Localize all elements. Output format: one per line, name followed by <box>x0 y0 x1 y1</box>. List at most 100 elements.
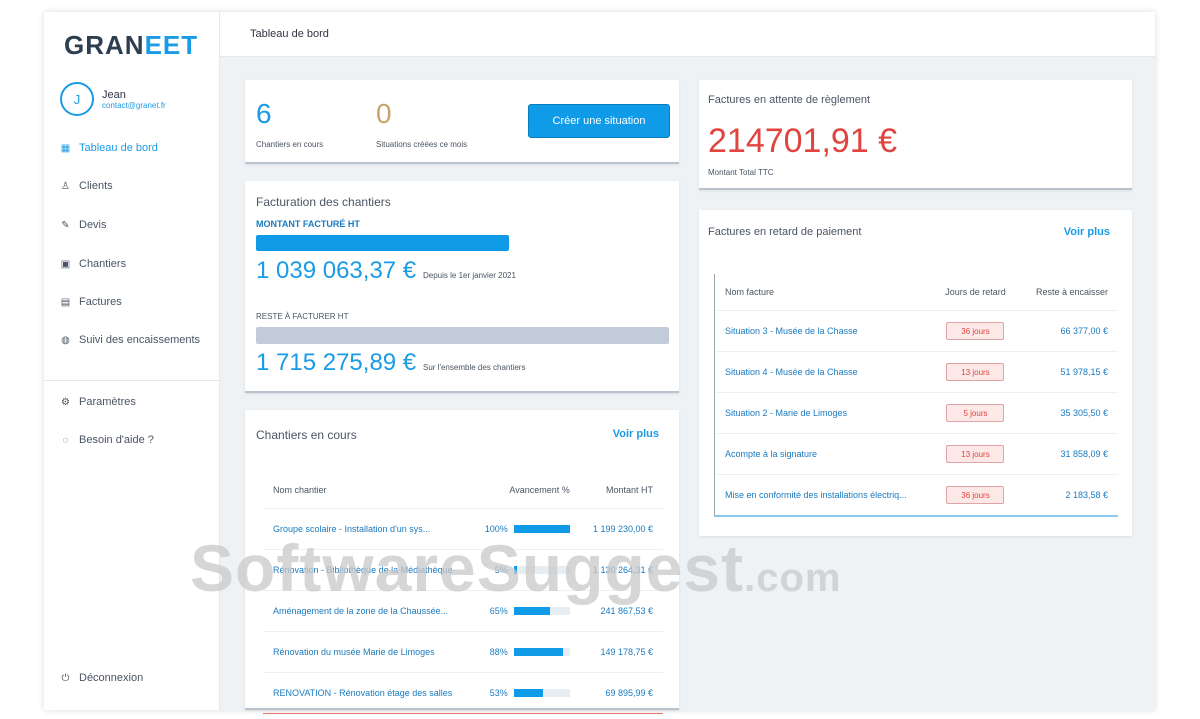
invoice-name: Situation 2 - Marie de Limoges <box>715 391 933 433</box>
project-progress-bar <box>513 648 570 657</box>
project-progress-bar <box>513 525 570 534</box>
project-progress-pct: 5% <box>494 564 508 575</box>
table-row[interactable]: Situation 2 - Marie de Limoges 5 jours 35 … <box>715 391 1118 433</box>
invoice-amount: 51 978,15 € <box>1018 350 1118 392</box>
project-progress-pct: 100% <box>484 523 508 534</box>
users-icon: ♙ <box>61 180 70 192</box>
stats-card: 6 Chantiers en cours 0 Situations créées… <box>245 80 679 164</box>
sidebar-item-clients[interactable]: ♙ Clients <box>60 180 113 192</box>
table-row[interactable]: Groupe scolaire - Installation d'un sys.… <box>263 507 663 549</box>
table-row[interactable]: Rénovation du musée Marie de Limoges 88% 1… <box>263 630 663 672</box>
late-invoices-card: Factures en retard de paiement Voir plus… <box>699 210 1132 536</box>
project-progress-pct: 65% <box>489 605 508 616</box>
user-email: contact@granet.fr <box>102 100 166 110</box>
project-icon: ▣ <box>60 258 71 270</box>
sidebar-item-encaissements[interactable]: ◍ Suivi des encaissements <box>60 334 200 346</box>
invoice-name: Situation 3 - Musée de la Chasse <box>715 309 933 351</box>
col-header: Nom chantier <box>273 484 327 495</box>
dashboard-icon: ▦ <box>60 142 71 154</box>
payments-icon: ◍ <box>61 334 70 346</box>
invoice-icon: ▤ <box>60 296 71 308</box>
project-progress-fill <box>513 525 570 534</box>
sidebar: GRANEET J Jean contact@granet.fr ▦ Tableau… <box>44 12 220 710</box>
invoice-name: Mise en conformité des installations éle… <box>715 473 933 515</box>
projects-table-wrap: Nom chantier Avancement % Montant HT Group… <box>263 472 663 714</box>
project-amount: 149 178,75 € <box>579 630 663 672</box>
col-header: Jours de retard <box>945 286 1006 297</box>
help-icon: ◌ <box>62 434 69 446</box>
sidebar-item-parametres[interactable]: ⚙ Paramètres <box>60 396 136 408</box>
days-late-badge: 13 jours <box>946 444 1005 463</box>
project-progress-fill <box>513 566 517 575</box>
gear-icon: ⚙ <box>61 396 70 408</box>
col-header: Avancement % <box>509 484 570 495</box>
days-late-badge: 36 jours <box>946 485 1005 504</box>
situations-label: Situations créées ce mois <box>376 140 468 149</box>
col-header: Reste à encaisser <box>1035 286 1108 297</box>
table-row[interactable]: Rénovation - Bibliothèque de la Médiathè… <box>263 548 663 590</box>
billing-title: Facturation des chantiers <box>256 195 391 209</box>
project-name: Rénovation du musée Marie de Limoges <box>263 630 471 672</box>
billed-note: Depuis le 1er janvier 2021 <box>423 271 516 280</box>
project-progress-bar <box>513 566 570 575</box>
projects-title: Chantiers en cours <box>256 428 357 442</box>
project-progress-bar <box>513 689 570 698</box>
quote-icon: ✎ <box>61 219 70 231</box>
table-row[interactable]: Acompte à la signature 13 jours 31 858,09 … <box>715 432 1118 474</box>
table-row[interactable]: Mise en conformité des installations éle… <box>715 473 1118 515</box>
invoice-name: Situation 4 - Musée de la Chasse <box>715 350 933 392</box>
col-header: Montant HT <box>605 484 653 495</box>
user-name: Jean <box>102 88 126 101</box>
billing-card: Facturation des chantiers MONTANT FACTUR… <box>245 181 679 393</box>
logo[interactable]: GRANEET <box>64 30 198 61</box>
sidebar-item-help[interactable]: ◌ Besoin d'aide ? <box>60 434 154 446</box>
invoice-amount: 2 183,58 € <box>1018 473 1118 515</box>
create-situation-button[interactable]: Créer une situation <box>528 104 670 138</box>
table-row[interactable]: Aménagement de la zone de la Chaussée...… <box>263 589 663 631</box>
project-progress-pct: 88% <box>489 646 508 657</box>
col-header: Nom facture <box>725 286 775 297</box>
projects-label: Chantiers en cours <box>256 140 324 149</box>
days-late-badge: 5 jours <box>946 403 1005 422</box>
days-late-badge: 13 jours <box>946 362 1005 381</box>
sidebar-item-chantiers[interactable]: ▣ Chantiers <box>60 258 126 270</box>
billed-label: MONTANT FACTURÉ HT <box>256 219 360 229</box>
project-progress-fill <box>513 689 544 698</box>
sidebar-divider <box>44 380 220 381</box>
days-late-badge: 36 jours <box>946 321 1005 340</box>
project-name: Groupe scolaire - Installation d'un sys.… <box>263 507 471 549</box>
pending-value: 214701,91 € <box>708 122 898 160</box>
pending-label: Montant Total TTC <box>708 168 774 177</box>
logout-button[interactable]: ⏻ Déconnexion <box>60 672 144 684</box>
project-progress-fill <box>513 607 551 616</box>
remaining-label: RESTE À FACTURER HT <box>256 312 349 321</box>
table-row[interactable]: Situation 4 - Musée de la Chasse 13 jours… <box>715 350 1118 392</box>
projects-see-more-link[interactable]: Voir plus <box>613 428 659 440</box>
project-amount: 1 130 264,31 € <box>579 548 663 590</box>
late-table-wrap: Nom facture Jours de retard Reste à encais… <box>714 274 1118 517</box>
user-profile[interactable]: J Jean contact@granet.fr <box>60 82 166 116</box>
table-row[interactable]: Situation 3 - Musée de la Chasse 36 jours… <box>715 309 1118 351</box>
sidebar-item-dashboard[interactable]: ▦ Tableau de bord <box>60 142 158 154</box>
sidebar-item-devis[interactable]: ✎ Devis <box>60 219 106 231</box>
project-progress-bar <box>513 607 570 616</box>
pending-title: Factures en attente de règlement <box>708 94 871 106</box>
late-see-more-link[interactable]: Voir plus <box>1064 226 1110 238</box>
situations-count: 0 <box>376 98 392 129</box>
table-row[interactable]: RENOVATION - Rénovation étage des salles… <box>263 671 663 713</box>
project-amount: 241 867,53 € <box>579 589 663 631</box>
remaining-value: 1 715 275,89 € <box>256 349 417 376</box>
invoice-amount: 31 858,09 € <box>1018 432 1118 474</box>
project-progress-pct: 53% <box>489 687 508 698</box>
project-amount: 1 199 230,00 € <box>579 507 663 549</box>
avatar: J <box>60 82 94 116</box>
invoice-amount: 35 305,50 € <box>1018 391 1118 433</box>
late-title: Factures en retard de paiement <box>708 226 862 238</box>
project-name: RENOVATION - Rénovation étage des salles <box>263 671 471 713</box>
invoice-amount: 66 377,00 € <box>1018 309 1118 351</box>
projects-count: 6 <box>256 98 272 129</box>
pending-invoices-card: Factures en attente de règlement 214701,… <box>699 80 1132 190</box>
logout-icon: ⏻ <box>61 672 70 684</box>
remaining-note: Sur l'ensemble des chantiers <box>423 363 526 372</box>
sidebar-item-factures[interactable]: ▤ Factures <box>60 296 122 308</box>
